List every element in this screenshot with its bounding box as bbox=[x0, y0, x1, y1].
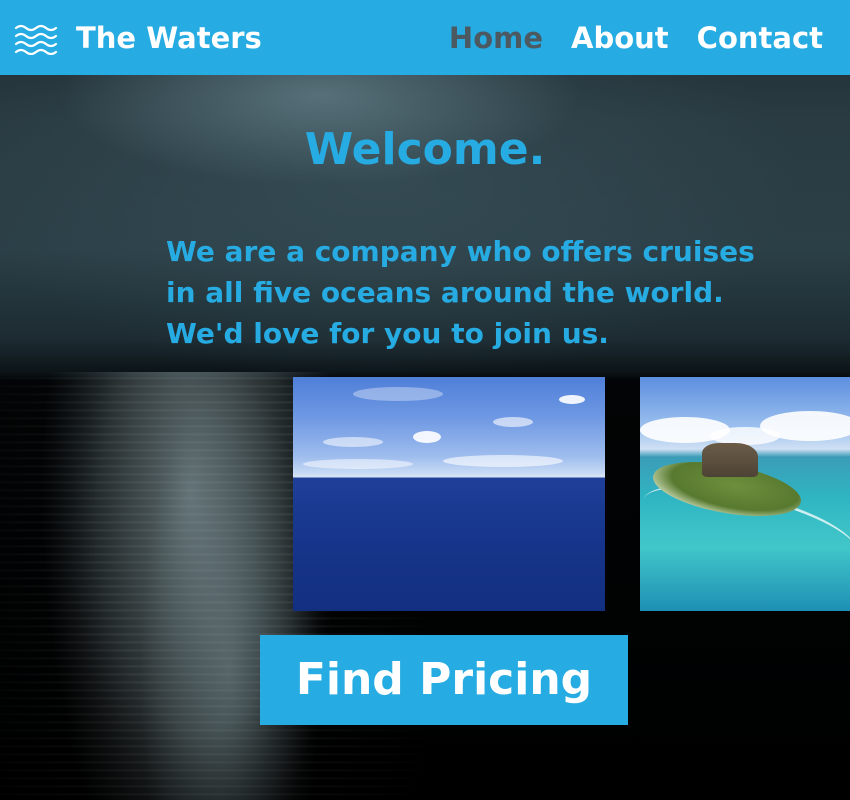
page: The Waters Home About Contact Welcome. W… bbox=[0, 0, 850, 800]
company-description: We are a company who offers cruises in a… bbox=[166, 231, 766, 354]
description-line: We'd love for you to join us. bbox=[166, 317, 609, 350]
cloud bbox=[323, 437, 383, 447]
cloud bbox=[493, 417, 533, 427]
tropical-island-photo bbox=[640, 377, 850, 611]
nav-about[interactable]: About bbox=[571, 19, 669, 57]
brand-name[interactable]: The Waters bbox=[76, 19, 262, 57]
cloud bbox=[559, 395, 585, 404]
island-mountain bbox=[702, 443, 758, 477]
open-ocean-photo bbox=[293, 377, 605, 611]
main-nav: Home About Contact bbox=[449, 19, 823, 57]
description-line: in all five oceans around the world. bbox=[166, 276, 724, 309]
description-line: We are a company who offers cruises bbox=[166, 235, 755, 268]
welcome-heading: Welcome. bbox=[304, 124, 546, 175]
site-header: The Waters Home About Contact bbox=[0, 0, 850, 75]
nav-contact[interactable]: Contact bbox=[697, 19, 823, 57]
cloud bbox=[443, 455, 563, 467]
nav-home[interactable]: Home bbox=[449, 19, 543, 57]
cloud bbox=[353, 387, 443, 401]
cloud bbox=[413, 431, 441, 443]
waves-icon bbox=[14, 24, 58, 55]
cloud bbox=[303, 459, 413, 469]
find-pricing-button[interactable]: Find Pricing bbox=[260, 635, 628, 725]
